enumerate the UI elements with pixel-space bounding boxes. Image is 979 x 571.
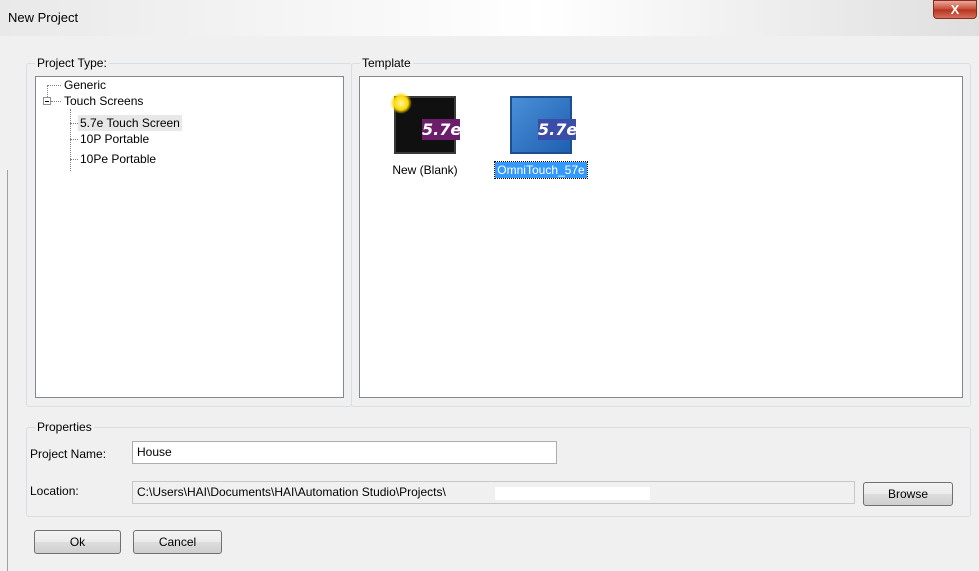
location-label: Location: [30, 484, 79, 498]
tree-line [70, 123, 78, 124]
window-title: New Project [8, 10, 79, 25]
tree-line [70, 109, 71, 171]
dialog-body: Project Type: Generic Touch Screens 5.7e… [9, 36, 979, 571]
template-list[interactable]: 5.7e New (Blank) 5.7e OmniTouch_57e [359, 76, 963, 398]
ok-button[interactable]: Ok [34, 530, 121, 554]
project-name-label: Project Name: [30, 447, 107, 461]
tree-item-10pe-portable[interactable]: 10Pe Portable [80, 151, 156, 167]
omnitouch-icon: 5.7e [510, 96, 577, 154]
title-bar[interactable]: New Project X [0, 0, 979, 36]
browse-button[interactable]: Browse [863, 482, 953, 506]
project-type-tree[interactable]: Generic Touch Screens 5.7e Touch Screen … [35, 76, 344, 398]
tree-item-5-7e-touch-screen[interactable]: 5.7e Touch Screen [78, 115, 182, 131]
template-item-new-blank[interactable]: 5.7e New (Blank) [375, 89, 475, 189]
project-type-label: Project Type: [35, 56, 109, 70]
version-badge: 5.7e [422, 119, 462, 140]
project-name-input[interactable]: House [132, 441, 557, 464]
tree-line [70, 139, 78, 140]
properties-label: Properties [35, 420, 94, 434]
template-item-label: New (Blank) [392, 163, 458, 177]
tree-line [51, 101, 61, 102]
new-blank-icon: 5.7e [390, 92, 461, 154]
tree-line [70, 159, 78, 160]
close-button[interactable]: X [933, 0, 977, 19]
window-left-edge [0, 170, 8, 571]
sparkle-icon [390, 92, 412, 114]
template-item-omnitouch[interactable]: 5.7e OmniTouch_57e [491, 89, 591, 189]
tree-item-10p-portable[interactable]: 10P Portable [80, 131, 149, 147]
tree-item-touch-screens[interactable]: Touch Screens [64, 93, 143, 109]
template-label: Template [360, 56, 413, 70]
collapse-icon[interactable] [43, 97, 51, 105]
redacted-path [495, 487, 650, 500]
location-input[interactable]: C:\Users\HAI\Documents\HAI\Automation St… [132, 481, 855, 504]
template-item-label: OmniTouch_57e [494, 161, 588, 179]
tree-item-generic[interactable]: Generic [64, 77, 106, 93]
tree-line [47, 85, 61, 86]
cancel-button[interactable]: Cancel [133, 530, 222, 554]
version-badge: 5.7e [538, 119, 578, 140]
